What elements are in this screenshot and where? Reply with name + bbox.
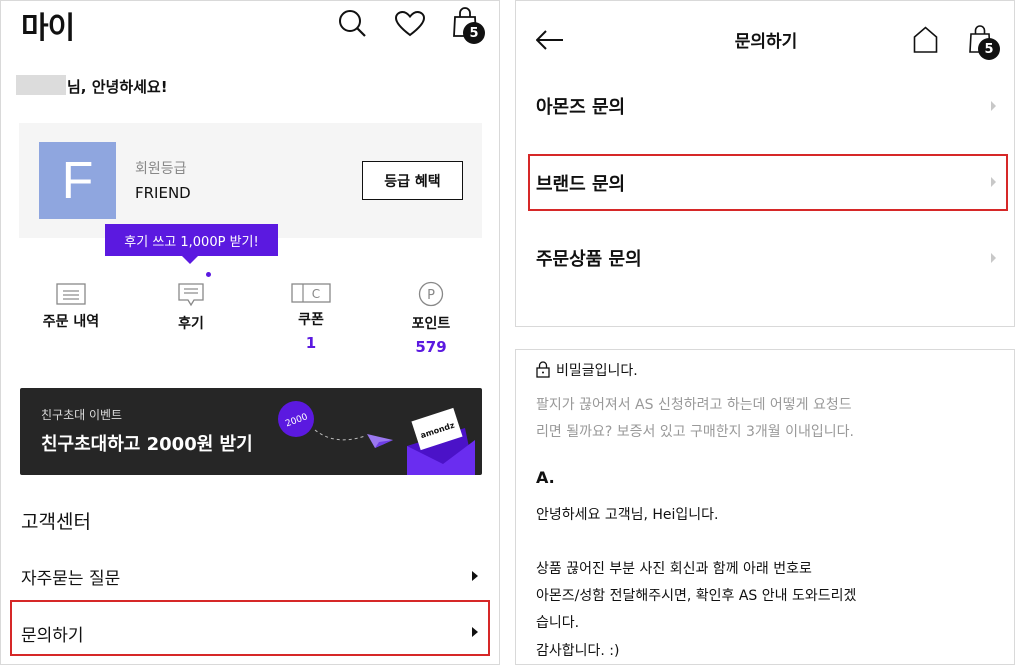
search-icon[interactable] [338, 9, 366, 37]
new-indicator-dot [206, 272, 211, 277]
header-title: 문의하기 [734, 32, 798, 52]
secret-post-label: 비밀글입니다. [556, 363, 638, 379]
stat-value: 579 [415, 338, 447, 356]
cart-count-badge: 5 [978, 38, 1000, 60]
question-line: 팔지가 끊어져서 AS 신청하려고 하는데 어떻게 요청드 [536, 397, 852, 413]
answer-line: 습니다. [536, 615, 580, 631]
home-icon[interactable] [913, 26, 938, 53]
heart-icon[interactable] [395, 11, 425, 37]
highlight-box [10, 600, 490, 656]
chevron-right-icon [991, 253, 996, 263]
highlight-box [528, 154, 1008, 211]
review-icon [178, 283, 204, 307]
stat-label: 주문 내역 [42, 314, 100, 330]
grade-label: 회원등급 [135, 161, 187, 177]
grade-value: FRIEND [135, 184, 191, 202]
stat-label: 쿠폰 [298, 312, 324, 328]
username-redacted [16, 75, 66, 95]
svg-text:C: C [312, 287, 320, 301]
chevron-right-icon [991, 101, 996, 111]
order-item-inquiry-item[interactable]: 주문상품 문의 [536, 245, 642, 271]
answer-line: 감사합니다. :) [536, 643, 620, 659]
inquiry-panel: 문의하기 5 아몬즈 문의 브랜드 문의 주문상품 문의 [515, 0, 1015, 327]
tooltip-arrow [182, 256, 198, 264]
cart-count-badge: 5 [463, 22, 485, 44]
invite-friend-banner[interactable]: 친구초대 이벤트 친구초대하고 2000원 받기 2000 amondz [20, 388, 482, 475]
answer-line: 아몬즈/성함 전달해주시면, 확인후 AS 안내 도와드리겠 [536, 588, 857, 604]
amondz-inquiry-item[interactable]: 아몬즈 문의 [536, 93, 625, 119]
stat-reviews[interactable]: 후기 [141, 283, 241, 333]
answer-line: 상품 끊어진 부분 사진 회신과 함께 아래 번호로 [536, 561, 812, 577]
inquiry-detail-panel: 비밀글입니다. 팔지가 끊어져서 AS 신청하려고 하는데 어떻게 요청드 리면… [515, 349, 1015, 665]
stat-points[interactable]: P 포인트 579 [381, 281, 481, 356]
banner-title: 친구초대하고 2000원 받기 [41, 434, 253, 455]
point-icon: P [418, 281, 444, 307]
stat-label: 포인트 [411, 316, 451, 332]
faq-item[interactable]: 자주묻는 질문 [21, 564, 120, 589]
coupon-icon: C [291, 283, 331, 303]
avatar: F [39, 142, 116, 219]
chevron-right-icon [472, 571, 478, 581]
svg-text:P: P [427, 288, 435, 303]
question-text: 팔지가 끊어져서 AS 신청하려고 하는데 어떻게 요청드 리면 될까요? 보증… [536, 392, 896, 446]
stat-value: 1 [305, 334, 317, 352]
page-title: 마이 [21, 11, 75, 46]
stat-coupons[interactable]: C 쿠폰 1 [261, 283, 361, 352]
customer-center-title: 고객센터 [21, 511, 91, 533]
grade-benefit-button[interactable]: 등급 혜택 [362, 161, 463, 200]
review-reward-tooltip[interactable]: 후기 쓰고 1,000P 받기! [105, 224, 278, 256]
my-page-panel: 마이 5 님, 안녕하세요! F 회원등급 FRIEND 등급 혜택 후기 쓰고… [0, 0, 500, 665]
answer-line: 안녕하세요 고객님, Hei입니다. [536, 507, 719, 523]
stat-label: 후기 [178, 316, 204, 332]
order-list-icon [56, 283, 86, 305]
answer-title: A. [536, 468, 555, 487]
stat-orders[interactable]: 주문 내역 [21, 283, 121, 331]
banner-illustration: 2000 amondz [278, 401, 475, 475]
lock-icon [536, 361, 550, 378]
greeting-text: 님, 안녕하세요! [67, 78, 168, 96]
banner-subtitle: 친구초대 이벤트 [41, 408, 123, 422]
question-line: 리면 될까요? 보증서 있고 구매한지 3개월 이내입니다. [536, 424, 854, 440]
